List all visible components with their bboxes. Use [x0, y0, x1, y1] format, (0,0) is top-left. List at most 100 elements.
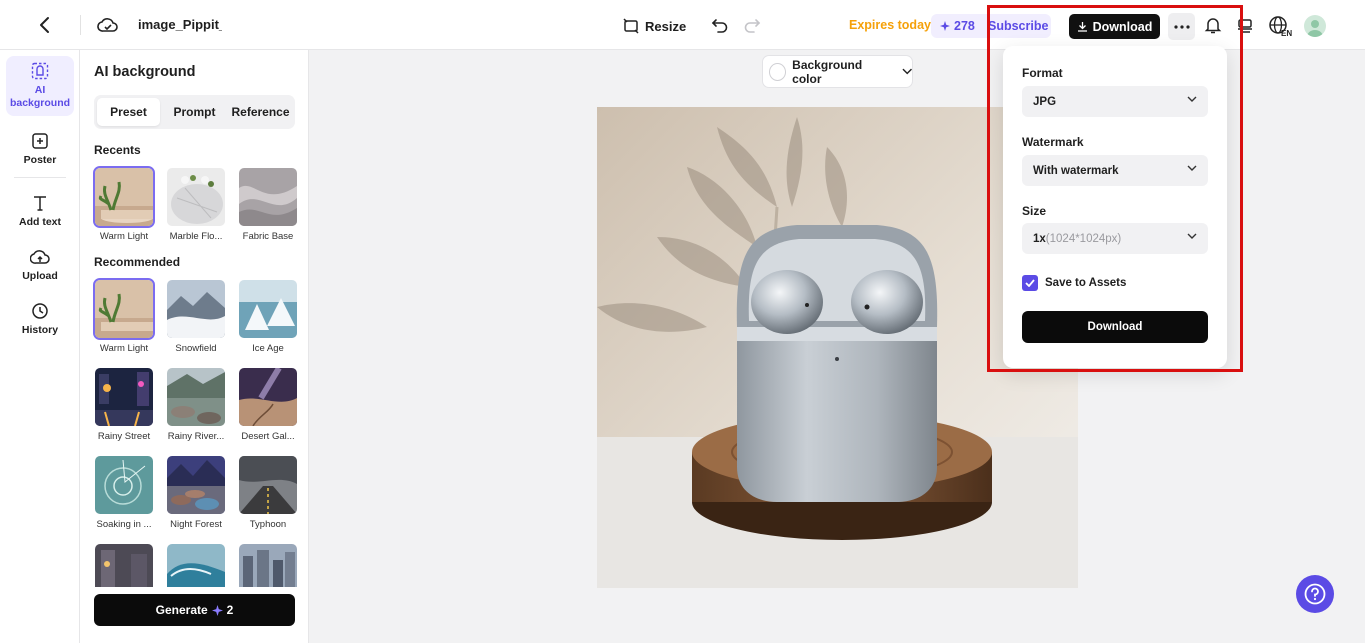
save-to-assets-checkbox[interactable]: [1022, 275, 1038, 291]
format-select[interactable]: JPG: [1022, 86, 1208, 117]
cloud-sync-icon[interactable]: [97, 15, 119, 35]
avatar[interactable]: [1304, 15, 1326, 37]
watermark-select[interactable]: With watermark: [1022, 155, 1208, 186]
rail-item-ai-background[interactable]: AI background: [6, 56, 74, 116]
preset-image: [237, 366, 299, 428]
size-select[interactable]: 1x (1024*1024px): [1022, 223, 1208, 254]
poster-icon: [32, 133, 48, 149]
preset-image: [165, 366, 227, 428]
rail-label: AI background: [9, 84, 71, 109]
generate-button[interactable]: Generate 2: [94, 594, 295, 626]
top-bar: image_Pippit_20 Resize Expires today 278…: [0, 0, 1365, 50]
format-label: Format: [1022, 66, 1063, 80]
color-swatch: [769, 62, 787, 81]
preset-thumb[interactable]: Warm Light: [93, 166, 155, 242]
popup-download-button[interactable]: Download: [1022, 311, 1208, 343]
preset-thumb[interactable]: Desert Gal...: [237, 366, 299, 442]
rail-label: Add text: [19, 216, 61, 228]
chevron-down-icon: [1187, 165, 1197, 171]
background-color-button[interactable]: Background color: [762, 55, 913, 88]
text-icon: [34, 196, 46, 211]
preset-name: Rainy Street: [97, 431, 151, 442]
preset-name: Night Forest: [170, 519, 222, 530]
sparkle-icon: [940, 21, 950, 31]
rail-divider: [14, 177, 66, 178]
stack-icon[interactable]: [1236, 16, 1254, 36]
credits-pill: 278 Subscribe: [931, 14, 1051, 38]
generate-label: Generate: [155, 603, 208, 617]
preset-thumb[interactable]: Warm Light: [93, 278, 155, 354]
language-icon[interactable]: EN: [1268, 15, 1294, 38]
rail-label: Upload: [22, 270, 58, 282]
download-popup: Format JPG Watermark With watermark Size…: [1003, 46, 1227, 368]
chevron-down-icon: [1187, 96, 1197, 102]
download-button[interactable]: Download: [1069, 14, 1160, 39]
recommended-title: Recommended: [94, 255, 181, 269]
redo-icon[interactable]: [743, 16, 763, 36]
preset-thumb[interactable]: Ice Age: [237, 278, 299, 354]
preset-image: [237, 278, 299, 340]
subscribe-button[interactable]: Subscribe: [988, 19, 1048, 33]
save-to-assets-label[interactable]: Save to Assets: [1045, 277, 1126, 289]
preset-name: Typhoon: [249, 519, 287, 530]
size-value: 1x: [1033, 232, 1046, 245]
credits-value: 278: [954, 19, 975, 33]
preset-thumb[interactable]: Snowfield: [165, 278, 227, 354]
bell-icon[interactable]: [1203, 15, 1223, 35]
tab-prompt[interactable]: Prompt: [162, 98, 227, 126]
preset-image: [93, 454, 155, 516]
preset-image: [93, 278, 155, 340]
preset-thumb[interactable]: [165, 542, 227, 587]
preset-name: Snowfield: [175, 343, 217, 354]
upload-icon: [30, 250, 50, 264]
preset-name: Marble Flo...: [169, 231, 223, 242]
preset-name: Desert Gal...: [241, 431, 295, 442]
rail-item-poster[interactable]: Poster: [6, 126, 74, 166]
recents-title: Recents: [94, 143, 141, 157]
back-icon[interactable]: [34, 15, 54, 35]
download-icon: [1077, 22, 1087, 32]
history-icon: [32, 303, 48, 319]
preset-image: [165, 166, 227, 228]
rail-item-add-text[interactable]: Add text: [6, 188, 74, 228]
panel-title: AI background: [94, 64, 196, 80]
download-label: Download: [1092, 19, 1153, 34]
preset-thumb[interactable]: Rainy River...: [165, 366, 227, 442]
file-name[interactable]: image_Pippit_20: [138, 17, 222, 32]
preset-name: Warm Light: [99, 343, 149, 354]
preset-thumb[interactable]: [93, 542, 155, 587]
more-button[interactable]: [1168, 13, 1195, 40]
chevron-down-icon: [1187, 233, 1197, 239]
preset-thumb[interactable]: [237, 542, 299, 587]
preset-image: [237, 454, 299, 516]
preset-image: [93, 542, 155, 587]
check-icon: [1025, 279, 1035, 287]
more-icon: [1173, 24, 1190, 29]
resize-label: Resize: [645, 18, 687, 34]
tab-preset[interactable]: Preset: [97, 98, 160, 126]
sparkle-icon: [211, 604, 223, 616]
preset-thumb[interactable]: Soaking in ...: [93, 454, 155, 530]
preset-name: Fabric Base: [242, 231, 294, 242]
rail-item-history[interactable]: History: [6, 296, 74, 336]
preset-thumb[interactable]: Typhoon: [237, 454, 299, 530]
preset-thumb[interactable]: Fabric Base: [237, 166, 299, 242]
ai-background-panel: AI background Preset Prompt Reference Re…: [80, 50, 309, 643]
undo-icon[interactable]: [711, 16, 731, 36]
size-label: Size: [1022, 204, 1047, 218]
preset-thumb[interactable]: Rainy Street: [93, 366, 155, 442]
resize-button[interactable]: Resize: [623, 15, 686, 37]
rail-label: Poster: [23, 154, 57, 166]
preset-thumb[interactable]: Night Forest: [165, 454, 227, 530]
help-button[interactable]: [1296, 575, 1334, 613]
preset-name: Soaking in ...: [96, 519, 152, 530]
preset-image: [165, 454, 227, 516]
help-icon: [1304, 583, 1326, 605]
rail-item-upload[interactable]: Upload: [6, 242, 74, 282]
resize-icon: [623, 18, 639, 34]
preset-image: [165, 278, 227, 340]
generate-cost: 2: [226, 603, 234, 617]
tab-reference[interactable]: Reference: [228, 98, 293, 126]
preset-thumb[interactable]: Marble Flo...: [165, 166, 227, 242]
background-color-label: Background color: [792, 57, 863, 86]
